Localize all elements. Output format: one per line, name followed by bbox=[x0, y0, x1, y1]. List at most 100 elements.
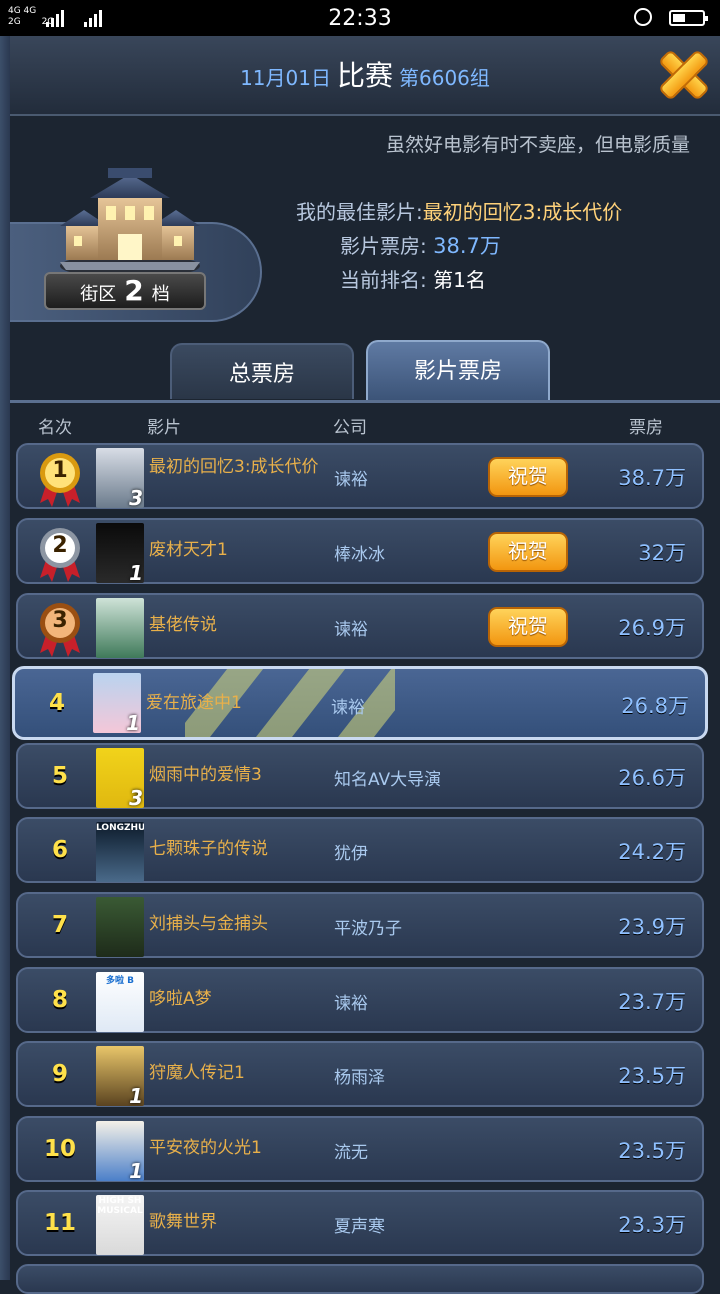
table-row[interactable]: 3 基佬传说 谏裕 祝贺 26.9万 bbox=[16, 593, 704, 659]
group-number: 第6606组 bbox=[399, 66, 490, 90]
rank-number: 1 bbox=[52, 458, 68, 483]
box-office-label: 影片票房: bbox=[340, 234, 427, 258]
film-title: 爱在旅途中1 bbox=[146, 693, 242, 713]
company-name: 谏裕 bbox=[334, 620, 368, 640]
box-office-amount: 32万 bbox=[638, 541, 686, 565]
rank-value: 第1名 bbox=[433, 268, 486, 292]
company-name: 平波乃子 bbox=[334, 919, 402, 939]
company-name: 棒冰冰 bbox=[334, 545, 385, 565]
film-poster bbox=[96, 897, 144, 957]
table-row[interactable]: 1 3 最初的回忆3:成长代价 谏裕 祝贺 38.7万 bbox=[16, 443, 704, 509]
table-row[interactable]: 11 HIGH SH MUSICAL 歌舞世界 夏声寒 23.3万 bbox=[16, 1190, 704, 1256]
best-film-value: 最初的回忆3:成长代价 bbox=[422, 200, 623, 224]
box-office-line: 影片票房: 38.7万 bbox=[340, 230, 501, 260]
film-poster: HIGH SH MUSICAL bbox=[96, 1195, 144, 1255]
company-name: 谏裕 bbox=[331, 698, 365, 718]
table-row[interactable]: 10 1 平安夜的火光1 流无 23.5万 bbox=[16, 1116, 704, 1182]
poster-title: LONGZHU bbox=[96, 823, 144, 833]
match-title: 比赛 bbox=[336, 59, 393, 92]
page-title: 11月01日 比赛 第6606组 bbox=[10, 54, 720, 94]
congrats-button[interactable]: 祝贺 bbox=[488, 457, 568, 497]
company-name: 知名AV大导演 bbox=[334, 770, 442, 790]
film-poster: 1 bbox=[93, 673, 141, 733]
tab-divider bbox=[10, 400, 720, 403]
district-level-badge: 街区 2 档 bbox=[44, 272, 206, 310]
film-poster: 1 bbox=[96, 1121, 144, 1181]
close-icon[interactable] bbox=[654, 44, 710, 100]
table-row[interactable]: 8 多啦 B 哆啦A梦 谏裕 23.7万 bbox=[16, 967, 704, 1033]
film-title: 基佬传说 bbox=[149, 615, 217, 635]
rank-line: 当前排名: 第1名 bbox=[340, 264, 486, 293]
tab-film-box-office[interactable]: 影片票房 bbox=[366, 340, 550, 400]
table-row[interactable]: 2 1 废材天才1 棒冰冰 祝贺 32万 bbox=[16, 518, 704, 584]
box-office-amount: 38.7万 bbox=[618, 466, 686, 490]
col-film: 影片 bbox=[147, 418, 181, 438]
rank-number: 5 bbox=[51, 763, 68, 789]
alarm-icon bbox=[634, 8, 652, 26]
clock: 22:33 bbox=[328, 6, 392, 31]
rank-label: 当前排名: bbox=[340, 268, 427, 292]
table-row[interactable]: 6 LONGZHU 七颗珠子的传说 犹伊 24.2万 bbox=[16, 817, 704, 883]
rank-number: 2 bbox=[52, 533, 68, 558]
film-poster: LONGZHU bbox=[96, 822, 144, 882]
film-title: 废材天才1 bbox=[149, 540, 228, 560]
table-row[interactable]: 9 1 狩魔人传记1 杨雨泽 23.5万 bbox=[16, 1041, 704, 1107]
company-name: 谏裕 bbox=[334, 994, 368, 1014]
col-rank: 名次 bbox=[38, 418, 72, 438]
company-name: 谏裕 bbox=[334, 470, 368, 490]
congrats-button[interactable]: 祝贺 bbox=[488, 607, 568, 647]
table-row[interactable]: 4 1 爱在旅途中1 谏裕 26.8万 bbox=[12, 666, 708, 740]
rank-number: 4 bbox=[48, 690, 65, 716]
box-office-amount: 23.7万 bbox=[618, 990, 686, 1014]
company-name: 杨雨泽 bbox=[334, 1068, 385, 1088]
sequel-number: 3 bbox=[129, 486, 143, 508]
rank-number: 3 bbox=[52, 608, 68, 633]
rank-number: 11 bbox=[43, 1210, 76, 1236]
status-bar: 4G 4G 2G 2G 22:33 bbox=[0, 0, 720, 36]
battery-icon bbox=[669, 10, 708, 26]
district-unit: 档 bbox=[151, 284, 170, 305]
district-label: 街区 bbox=[80, 284, 117, 305]
box-office-amount: 24.2万 bbox=[618, 840, 686, 864]
film-title: 最初的回忆3:成长代价 bbox=[149, 457, 319, 477]
film-poster: 1 bbox=[96, 1046, 144, 1106]
table-row[interactable]: 7 刘捕头与金捕头 平波乃子 23.9万 bbox=[16, 892, 704, 958]
box-office-value: 38.7万 bbox=[433, 234, 501, 258]
sequel-number: 1 bbox=[129, 1084, 143, 1106]
table-row[interactable]: 5 3 烟雨中的爱情3 知名AV大导演 26.6万 bbox=[16, 743, 704, 809]
sequel-number: 1 bbox=[126, 711, 140, 733]
box-office-amount: 23.9万 bbox=[618, 915, 686, 939]
film-poster: 1 bbox=[96, 523, 144, 583]
film-poster bbox=[96, 598, 144, 658]
district-level: 2 bbox=[124, 274, 144, 307]
rank-number: 6 bbox=[51, 837, 68, 863]
company-name: 犹伊 bbox=[334, 844, 368, 864]
film-title: 刘捕头与金捕头 bbox=[149, 914, 268, 934]
film-title: 烟雨中的爱情3 bbox=[149, 765, 262, 785]
poster-title: HIGH SH MUSICAL bbox=[97, 1196, 143, 1216]
company-name: 夏声寒 bbox=[334, 1217, 385, 1237]
box-office-amount: 23.5万 bbox=[618, 1064, 686, 1088]
box-office-amount: 23.5万 bbox=[618, 1139, 686, 1163]
box-office-amount: 26.8万 bbox=[621, 694, 689, 718]
best-film-label: 我的最佳影片: bbox=[296, 200, 423, 224]
table-row-partial[interactable] bbox=[16, 1264, 704, 1294]
col-company: 公司 bbox=[333, 418, 367, 438]
film-poster: 3 bbox=[96, 448, 144, 508]
rank-number: 8 bbox=[51, 987, 68, 1013]
best-film-line: 我的最佳影片:最初的回忆3:成长代价 bbox=[296, 196, 622, 225]
congrats-button[interactable]: 祝贺 bbox=[488, 532, 568, 572]
company-name: 流无 bbox=[334, 1143, 368, 1163]
header-bar: 11月01日 比赛 第6606组 bbox=[10, 36, 720, 116]
rank-number: 9 bbox=[51, 1061, 68, 1087]
col-box-office: 票房 bbox=[629, 418, 663, 438]
tab-total-box-office[interactable]: 总票房 bbox=[170, 343, 354, 399]
film-title: 七颗珠子的传说 bbox=[149, 839, 268, 859]
rank-number: 7 bbox=[51, 912, 68, 938]
film-title: 狩魔人传记1 bbox=[149, 1063, 245, 1083]
box-office-amount: 23.3万 bbox=[618, 1213, 686, 1237]
cinema-building-icon bbox=[60, 168, 200, 278]
film-title: 歌舞世界 bbox=[149, 1212, 217, 1232]
sequel-number: 3 bbox=[129, 786, 143, 808]
scrolling-message: 虽然好电影有时不卖座，但电影质量 bbox=[386, 134, 691, 156]
